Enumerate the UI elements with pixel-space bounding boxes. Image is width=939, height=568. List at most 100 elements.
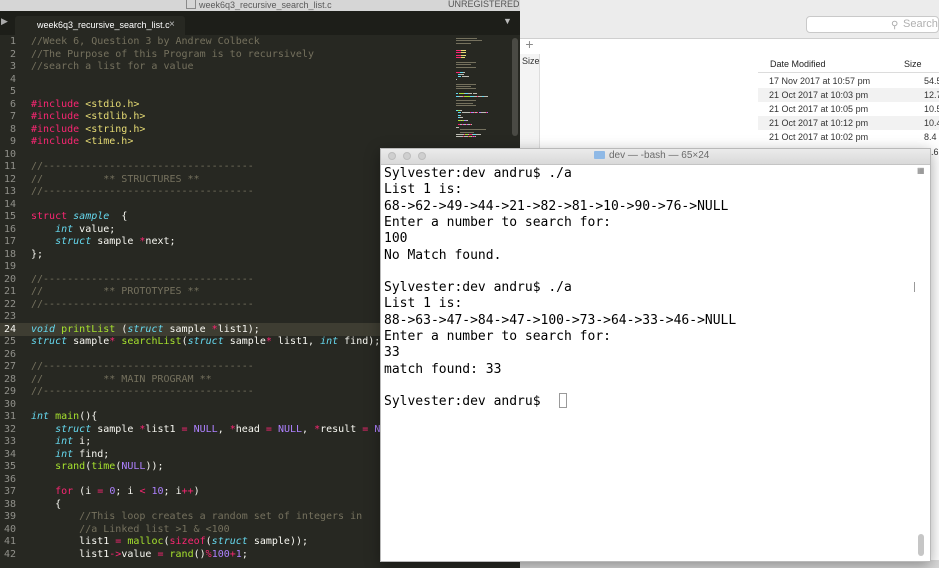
finder-toolbar: ⚲ Search	[520, 0, 939, 39]
code-token: sample));	[247, 536, 309, 547]
line-number: 9	[9, 136, 16, 147]
document-icon	[186, 0, 196, 9]
code-token: int	[55, 223, 74, 235]
tab-week6q3-recursive-search-list[interactable]: week6q3_recursive_search_list.c ×	[15, 16, 185, 35]
sidebar-toggle-icon[interactable]: ▶	[1, 16, 8, 27]
code-token: struct	[55, 236, 92, 247]
line-number: 16	[3, 223, 16, 235]
code-token: ));	[145, 461, 164, 472]
code-line: #include <string.h>	[31, 124, 145, 137]
code-token: int	[55, 448, 74, 460]
minimap-mark	[456, 78, 458, 80]
column-header-date-modified[interactable]: Date Modified	[770, 59, 826, 69]
line-number: 26	[3, 348, 16, 360]
terminal-line: No Match found.	[384, 247, 502, 263]
code-token: value;	[73, 223, 116, 235]
minimap-mark	[460, 131, 475, 133]
minimap[interactable]	[456, 38, 511, 148]
code-line: //-----------------------------------	[31, 161, 254, 174]
editor-scrollbar[interactable]	[512, 38, 518, 136]
code-token: //search a list for a value	[31, 61, 194, 72]
line-number: 34	[3, 448, 16, 460]
line-number: 25	[3, 336, 16, 347]
line-number: 39	[3, 511, 16, 522]
code-token: ()	[193, 548, 206, 560]
split-pane-icon[interactable]: ▦	[917, 166, 926, 175]
code-token: //-----------------------------------	[31, 361, 254, 372]
file-date: 21 Oct 2017 at 10:05 pm	[769, 104, 869, 114]
code-token: int	[320, 336, 339, 347]
file-size: 12.7	[924, 90, 939, 100]
code-token: (	[115, 323, 128, 335]
file-row[interactable]: 21 Oct 2017 at 10:02 pm 8.4	[758, 130, 939, 144]
line-number: 24	[3, 323, 16, 335]
code-token: <time.h>	[85, 136, 134, 147]
code-token: int	[55, 436, 74, 447]
minimap-mark	[456, 134, 464, 135]
terminal-marker	[914, 282, 915, 292]
minimap-mark	[466, 76, 470, 78]
line-number: 18	[3, 248, 16, 260]
file-size: 8.4	[924, 132, 937, 142]
code-token: sample	[67, 336, 110, 347]
code-token: struct	[127, 323, 164, 335]
finder-column-size-left[interactable]: Size	[522, 56, 540, 66]
code-token: sample	[91, 236, 140, 247]
code-line: list1 = malloc(sizeof(struct sample));	[31, 536, 308, 549]
code-token: sample	[223, 336, 266, 347]
line-number: 30	[3, 398, 16, 410]
minimap-mark	[456, 40, 482, 42]
terminal-output[interactable]: Sylvester:dev andru$ ./a List 1 is: 68->62…	[384, 166, 914, 558]
add-icon[interactable]: +	[520, 36, 539, 54]
finder-search-input[interactable]: ⚲ Search	[806, 16, 939, 33]
minimap-mark	[460, 50, 466, 51]
terminal-scrollbar[interactable]	[918, 534, 924, 556]
close-window-button[interactable]	[388, 152, 396, 160]
code-token: printList	[61, 323, 116, 335]
minimap-mark	[456, 66, 477, 68]
search-icon: ⚲	[891, 20, 899, 31]
code-token: struct	[211, 536, 248, 547]
minimap-mark	[487, 112, 489, 114]
code-line: void printList (struct sample *list1);	[31, 324, 260, 337]
code-token: list1	[31, 536, 116, 547]
line-number: 29	[3, 386, 16, 397]
code-line: int main(){	[31, 411, 97, 424]
minimap-mark	[460, 110, 463, 111]
file-row[interactable]: 21 Oct 2017 at 10:03 pm 12.7	[758, 88, 939, 102]
code-token: sample	[91, 423, 140, 435]
terminal-line: Sylvester:dev andru$ ./a	[384, 166, 572, 181]
line-number: 7	[9, 111, 16, 122]
line-number: 21	[3, 286, 16, 297]
code-token: //-----------------------------------	[31, 161, 254, 172]
minimap-mark	[456, 105, 477, 107]
file-row[interactable]: 21 Oct 2017 at 10:05 pm 10.5	[758, 102, 939, 116]
chevron-down-icon[interactable]: ▼	[503, 16, 512, 26]
line-number-gutter: 1 2 3 4 5 6 7 8 9 10 11 12 13 14 15 16 17 18 19 20 21 22 23 24 2…	[0, 35, 24, 568]
code-token: sample	[73, 211, 110, 222]
minimap-mark	[463, 71, 465, 73]
line-number: 36	[3, 473, 16, 485]
close-icon[interactable]: ×	[169, 19, 175, 30]
line-number: 31	[3, 411, 16, 422]
editor-window-title: week6q3_recursive_search_list.c	[186, 0, 332, 10]
file-row[interactable]: 17 Nov 2017 at 10:57 pm 54.5	[758, 74, 939, 88]
minimap-mark	[475, 134, 482, 135]
code-token: //-----------------------------------	[31, 386, 254, 397]
zoom-window-button[interactable]	[418, 152, 426, 160]
code-token: head	[235, 423, 266, 435]
column-header-size[interactable]: Size	[904, 59, 922, 69]
code-token: list1	[145, 423, 182, 435]
file-row[interactable]: 21 Oct 2017 at 10:12 pm 10.4	[758, 116, 939, 130]
terminal-line: List 1 is:	[384, 182, 463, 198]
code-token: ; i	[163, 486, 182, 497]
code-line: //-----------------------------------	[31, 186, 254, 199]
code-token: for	[55, 486, 74, 497]
code-line: srand(time(NULL));	[31, 461, 164, 474]
line-number: 23	[3, 311, 16, 322]
code-token: srand	[55, 461, 86, 472]
minimize-window-button[interactable]	[403, 152, 411, 160]
code-line: #include <stdio.h>	[31, 99, 139, 112]
